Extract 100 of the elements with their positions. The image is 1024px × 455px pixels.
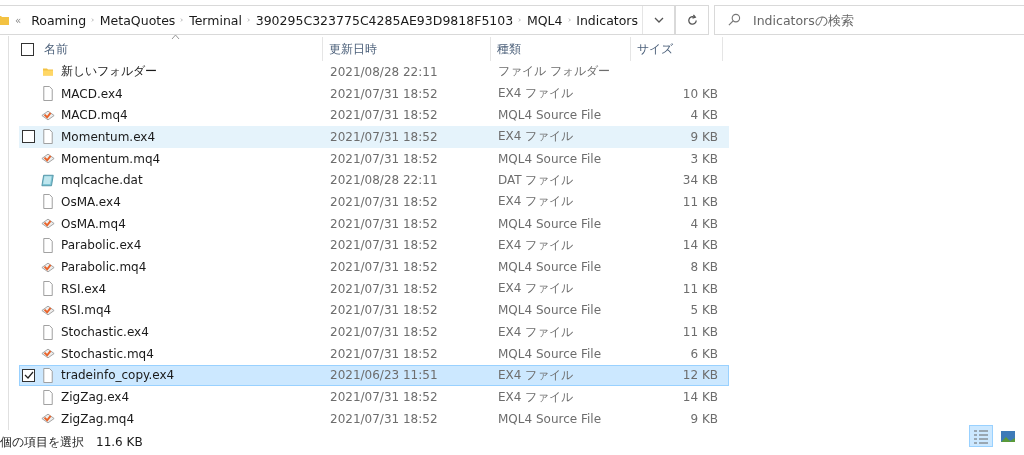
file-row[interactable]: Stochastic.ex4 2021/07/31 18:52 EX4 ファイル 11 KB: [19, 321, 729, 343]
file-name: Stochastic.mq4: [61, 346, 154, 361]
modified-date: 2021/07/31 18:52: [329, 129, 439, 144]
file-row[interactable]: tradeinfo_copy.ex4 2021/06/23 11:51 EX4 ファイル 12 KB: [19, 364, 729, 387]
file-row[interactable]: ZigZag.mq4 2021/07/31 18:52 MQL4 Source File 9 KB: [19, 408, 729, 430]
column-header[interactable]: 更新日時: [329, 40, 377, 58]
file-row[interactable]: 新しいフォルダー 2021/08/28 22:11 ファイル フォルダー: [19, 61, 729, 83]
file-row[interactable]: MACD.mq4 2021/07/31 18:52 MQL4 Source File 4 KB: [19, 104, 729, 127]
file-type: MQL4 Source File: [497, 411, 603, 426]
file-name: OsMA.ex4: [61, 194, 121, 209]
file-type: MQL4 Source File: [497, 346, 603, 361]
modified-date: 2021/08/28 22:11: [329, 173, 439, 188]
row-checkbox[interactable]: [22, 368, 35, 382]
modified-date: 2021/07/31 18:52: [329, 411, 439, 426]
search-icon: [728, 13, 741, 26]
chevron-down-icon: [653, 17, 664, 23]
document-icon: [41, 389, 55, 405]
modified-date: 2021/07/31 18:52: [329, 194, 439, 209]
file-size: 11 KB: [681, 325, 719, 340]
file-row[interactable]: OsMA.ex4 2021/07/31 18:52 EX4 ファイル 11 KB: [19, 191, 729, 213]
modified-date: 2021/07/31 18:52: [329, 238, 439, 253]
document-icon: [41, 129, 55, 145]
overflow-chevron[interactable]: «: [9, 14, 28, 26]
file-name: RSI.ex4: [61, 281, 107, 296]
file-size: 3 KB: [689, 151, 719, 166]
file-size: 34 KB: [681, 173, 719, 188]
file-name: OsMA.mq4: [61, 216, 126, 231]
file-name: Parabolic.ex4: [61, 238, 142, 253]
file-size: 4 KB: [689, 216, 719, 231]
modified-date: 2021/07/31 18:52: [329, 281, 439, 296]
breadcrumb[interactable]: Roaming: [27, 12, 91, 28]
file-row[interactable]: MACD.ex4 2021/07/31 18:52 EX4 ファイル 10 KB: [19, 82, 729, 105]
file-row[interactable]: RSI.ex4 2021/07/31 18:52 EX4 ファイル 11 KB: [19, 277, 729, 300]
document-icon: [41, 324, 55, 340]
file-type: EX4 ファイル: [497, 236, 575, 254]
refresh-icon: [685, 13, 699, 27]
file-row[interactable]: ZigZag.ex4 2021/07/31 18:52 EX4 ファイル 14 KB: [19, 386, 729, 408]
file-size: 8 KB: [689, 260, 719, 275]
document-icon: [41, 237, 55, 253]
modified-date: 2021/06/23 11:51: [329, 368, 439, 383]
modified-date: 2021/07/31 18:52: [329, 325, 439, 340]
file-size: 5 KB: [689, 303, 719, 318]
file-name: RSI.mq4: [61, 303, 112, 318]
document-icon: [41, 281, 55, 297]
modified-date: 2021/08/28 22:11: [329, 64, 439, 79]
file-row[interactable]: mqlcache.dat 2021/08/28 22:11 DAT ファイル 34 KB: [19, 169, 729, 192]
file-size: 10 KB: [681, 86, 719, 101]
column-header[interactable]: サイズ: [637, 40, 673, 58]
modified-date: 2021/07/31 18:52: [329, 303, 439, 318]
file-type: EX4 ファイル: [497, 280, 575, 298]
file-type: EX4 ファイル: [497, 128, 575, 146]
file-name: tradeinfo_copy.ex4: [61, 368, 175, 383]
file-name: MACD.ex4: [61, 86, 123, 101]
file-row[interactable]: RSI.mq4 2021/07/31 18:52 MQL4 Source File 5 KB: [19, 299, 729, 322]
data-file-icon: [41, 172, 55, 188]
file-name: Stochastic.ex4: [61, 325, 149, 340]
chevron-right-icon: [567, 16, 572, 24]
modified-date: 2021/07/31 18:52: [329, 151, 439, 166]
chevron-right-icon: [180, 16, 185, 24]
file-row[interactable]: Parabolic.ex4 2021/07/31 18:52 EX4 ファイル 14 KB: [19, 234, 729, 257]
file-size: 4 KB: [689, 108, 719, 123]
breadcrumb[interactable]: Indicators: [572, 12, 642, 28]
row-checkbox[interactable]: [22, 130, 35, 144]
breadcrumb[interactable]: 390295C323775C4285AE93D9818F5103: [251, 12, 518, 28]
file-size: 9 KB: [689, 411, 719, 426]
document-icon: [41, 194, 55, 210]
list-icon: [973, 427, 989, 445]
file-size: 9 KB: [689, 129, 719, 144]
file-type: EX4 ファイル: [497, 366, 575, 384]
file-type: MQL4 Source File: [497, 303, 603, 318]
file-row[interactable]: Parabolic.mq4 2021/07/31 18:52 MQL4 Source File 8 KB: [19, 256, 729, 278]
file-row[interactable]: Stochastic.mq4 2021/07/31 18:52 MQL4 Source File 6 KB: [19, 342, 729, 365]
file-row[interactable]: OsMA.mq4 2021/07/31 18:52 MQL4 Source File 4 KB: [19, 212, 729, 235]
file-type: EX4 ファイル: [497, 323, 575, 341]
file-row[interactable]: Momentum.ex4 2021/07/31 18:52 EX4 ファイル 9 KB: [19, 126, 729, 148]
breadcrumb[interactable]: Terminal: [185, 12, 246, 28]
file-name: ZigZag.mq4: [61, 411, 135, 426]
column-header[interactable]: 名前: [44, 40, 68, 58]
file-size: 11 KB: [681, 194, 719, 209]
file-size: 6 KB: [689, 346, 719, 361]
refresh-button[interactable]: [675, 5, 709, 35]
column-header[interactable]: 種類: [497, 40, 521, 58]
file-row[interactable]: Momentum.mq4 2021/07/31 18:52 MQL4 Source File 3 KB: [19, 147, 729, 170]
file-name: Momentum.ex4: [61, 129, 156, 144]
sort-caret-icon: [171, 34, 180, 40]
file-type: DAT ファイル: [497, 171, 575, 189]
breadcrumb[interactable]: MetaQuotes: [95, 12, 180, 28]
file-type: EX4 ファイル: [497, 388, 575, 406]
file-type: EX4 ファイル: [497, 85, 575, 103]
file-type: MQL4 Source File: [497, 151, 603, 166]
select-all-checkbox[interactable]: [21, 42, 34, 56]
modified-date: 2021/07/31 18:52: [329, 108, 439, 123]
selection-count: 個の項目を選択: [0, 433, 84, 451]
file-name: ZigZag.ex4: [61, 390, 130, 405]
search-field[interactable]: Indicatorsの検索: [714, 5, 1024, 35]
file-type: ファイル フォルダー: [497, 63, 611, 81]
file-name: mqlcache.dat: [61, 173, 143, 188]
file-size: 14 KB: [681, 390, 719, 405]
document-icon: [41, 367, 55, 383]
breadcrumb[interactable]: MQL4: [522, 12, 567, 28]
